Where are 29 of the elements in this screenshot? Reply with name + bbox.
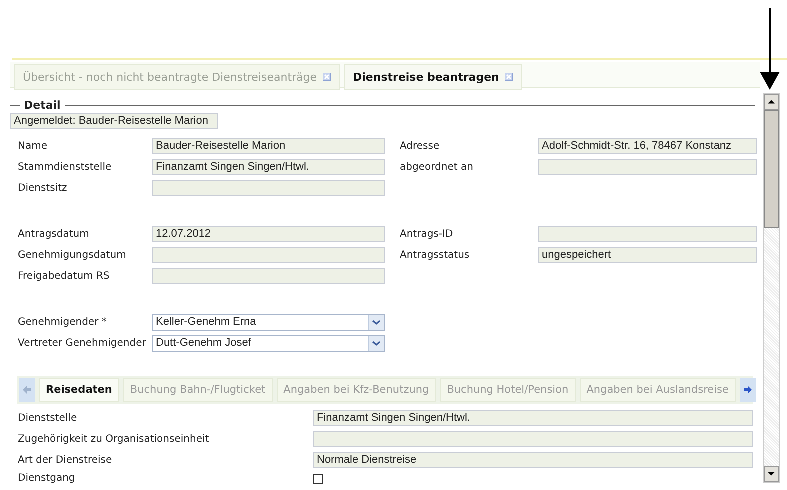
field-label: abgeordnet an <box>400 162 474 172</box>
input-field[interactable]: Adolf-Schmidt-Str. 16, 78467 Konstanz <box>538 138 757 154</box>
field-label: Antragsstatus <box>400 250 471 260</box>
input-field[interactable]: Finanzamt Singen Singen/Htwl. <box>313 410 753 426</box>
logged-in-field: Angemeldet: Bauder-Reisestelle Marion <box>10 113 218 129</box>
field-label: Antragsdatum <box>18 228 90 240</box>
input-field[interactable]: ungespeichert <box>538 247 757 263</box>
field-label: Name <box>18 140 49 152</box>
field-label: Dienststelle <box>18 412 78 424</box>
field-label: Art der Dienstreise <box>18 454 114 466</box>
dropdown[interactable]: Dutt-Genehm Josef <box>152 335 385 352</box>
field-label: Freigabedatum RS <box>18 270 111 282</box>
tab[interactable]: Reisedaten <box>39 378 120 402</box>
field-label: Dienstsitz <box>18 182 68 194</box>
input-field[interactable]: Finanzamt Singen Singen/Htwl. <box>152 159 385 175</box>
field-label: Zugehörigkeit zu Organisationseinheit <box>18 434 210 444</box>
field-label: Antrags-ID <box>400 228 454 240</box>
field-label: Genehmigungsdatum <box>18 250 128 260</box>
field-label: Dienstgang <box>18 473 76 484</box>
tab[interactable]: Dienstreise beantragen <box>344 64 522 90</box>
field-label: Genehmigender * <box>18 317 108 328</box>
input-field[interactable]: Normale Dienstreise <box>313 452 753 468</box>
input-field[interactable]: 12.07.2012 <box>152 226 385 242</box>
input-field[interactable]: Bauder-Reisestelle Marion <box>152 138 385 154</box>
field-label: Stammdienststelle <box>18 162 113 172</box>
field-label: Adresse <box>400 140 441 152</box>
dropdown[interactable]: Keller-Genehm Erna <box>152 314 385 331</box>
section-title: Detail <box>24 99 61 112</box>
field-label: Vertreter Genehmigender <box>18 338 148 349</box>
